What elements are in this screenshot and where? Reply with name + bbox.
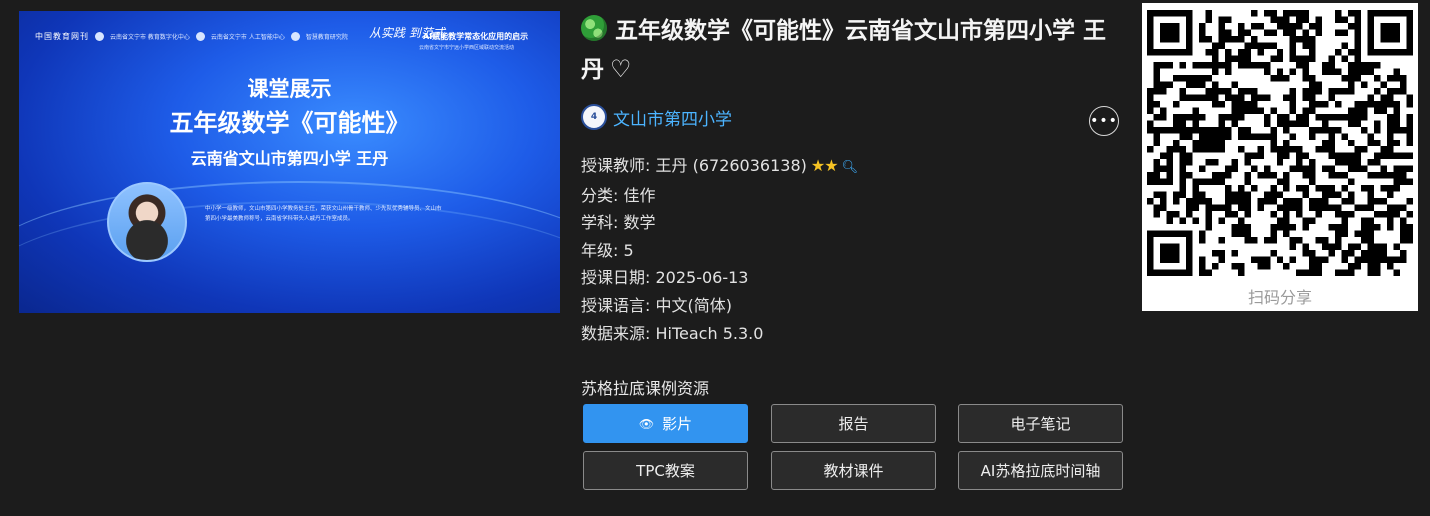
school-name[interactable]: 文山市第四小学: [613, 105, 732, 130]
meta-key: 数据来源: [581, 323, 646, 343]
eye-icon: 👁: [638, 416, 655, 431]
meta-key: 年级: [581, 240, 614, 260]
button-label: AI苏格拉底时间轴: [980, 462, 1101, 480]
thumbnail-logos: 中国教育网刊 云南省文宁市 教育数字化中心 云南省文宁市 人工智能中心 智慧教育…: [35, 31, 348, 42]
thumbnail-lesson: 五年级数学《可能性》: [169, 109, 410, 137]
meta-value: 佳作: [623, 185, 656, 205]
ai-timeline-button[interactable]: AI苏格拉底时间轴: [958, 451, 1123, 490]
heart-icon[interactable]: ♡: [610, 50, 632, 88]
school-logo-icon: 4: [581, 104, 607, 130]
thumbnail-teacher: 云南省文山市第四小学 王丹: [190, 149, 389, 168]
e-notes-button[interactable]: 电子笔记: [958, 404, 1123, 443]
video-button[interactable]: 👁 影片: [583, 404, 748, 443]
partner-label: 云南省文宁市 教育数字化中心: [110, 34, 190, 41]
meta-key: 学科: [581, 213, 614, 233]
teacher-portrait: [107, 182, 187, 262]
meta-key: 授课日期: [581, 268, 646, 288]
meta-value: 数学: [623, 213, 656, 233]
partner-label: 智慧教育研究院: [305, 34, 348, 41]
partner-logo-icon: [195, 32, 205, 41]
button-label: 影片: [662, 415, 693, 433]
meta-language: 授课语言: 中文(简体): [581, 295, 733, 315]
qr-caption: 扫码分享: [1247, 288, 1312, 307]
qr-share-card: 扫码分享: [1142, 3, 1418, 311]
qr-code-icon: [1147, 10, 1413, 276]
meta-value: 2025-06-13: [655, 268, 749, 288]
meta-source: 数据来源: HiTeach 5.3.0: [581, 323, 764, 343]
globe-icon: [581, 15, 607, 41]
meta-value: 中文(简体): [655, 295, 733, 315]
meta-value: 5: [623, 240, 634, 260]
partner-logo-icon: [95, 32, 104, 41]
meta-key: 授课教师: [581, 156, 646, 175]
partner-label: 云南省文宁市 人工智能中心: [210, 34, 285, 41]
rating-stars-icon: ★★: [810, 156, 839, 175]
lesson-meta: 授课教师: 王丹 (6726036138) ★★ 🔍︎ 分类: 佳作 学科: 数学 …: [581, 152, 858, 347]
meta-category: 分类: 佳作: [581, 185, 656, 205]
meta-value: 王丹 (6726036138): [655, 156, 807, 175]
more-options-button[interactable]: •••: [1089, 106, 1119, 136]
slogan-sub: 云南省文宁市宁远小学西区域联动交流活动: [419, 45, 515, 51]
button-label: TPC教案: [636, 462, 695, 480]
meta-date: 授课日期: 2025-06-13: [581, 268, 749, 288]
meta-teacher: 授课教师: 王丹 (6726036138) ★★ 🔍︎: [581, 156, 859, 175]
meta-key: 授课语言: [581, 295, 646, 315]
page-title: 五年级数学《可能性》云南省文山市第四小学 王丹 ♡: [581, 12, 1126, 89]
button-label: 报告: [838, 415, 869, 433]
thumbnail-heading: 课堂展示: [247, 77, 332, 101]
lesson-title: 五年级数学《可能性》云南省文山市第四小学 王丹: [581, 18, 1107, 83]
school-link[interactable]: 4 文山市第四小学: [581, 104, 732, 130]
search-icon[interactable]: 🔍︎: [842, 160, 859, 175]
meta-value: HiTeach 5.3.0: [655, 323, 764, 343]
button-label: 教材课件: [823, 462, 884, 480]
teacher-bio: 中小学一级教师，文山市第四小学教务处主任，荣获文山州骨干教师、少先队优秀辅导员、…: [205, 206, 442, 222]
resources-title: 苏格拉底课例资源: [581, 379, 710, 398]
courseware-button[interactable]: 教材课件: [771, 451, 936, 490]
tpc-lesson-plan-button[interactable]: TPC教案: [583, 451, 748, 490]
report-button[interactable]: 报告: [771, 404, 936, 443]
meta-subject: 学科: 数学: [581, 213, 656, 233]
meta-key: 分类: [581, 185, 614, 205]
brand-text: 中国教育网刊: [35, 32, 89, 41]
partner-logo-icon: [290, 32, 300, 41]
button-label: 电子笔记: [1010, 415, 1071, 433]
video-thumbnail[interactable]: 中国教育网刊 云南省文宁市 教育数字化中心 云南省文宁市 人工智能中心 智慧教育…: [19, 11, 560, 313]
meta-grade: 年级: 5: [581, 240, 634, 260]
slogan-title: AI赋能教学常态化应用的启示: [423, 32, 529, 41]
